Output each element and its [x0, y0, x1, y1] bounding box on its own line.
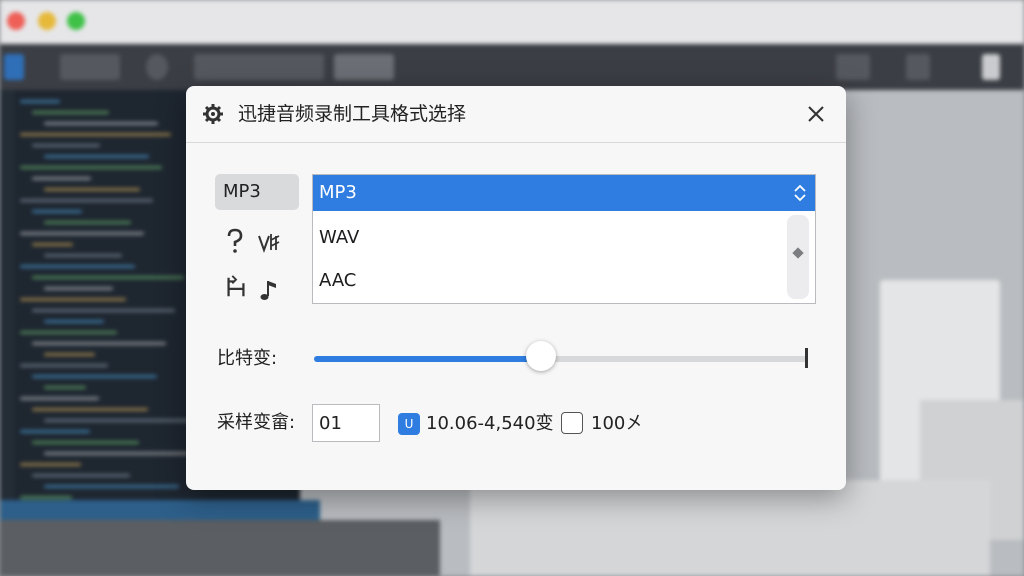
format-option-wav[interactable]: WAV [313, 220, 793, 256]
toolbar-icon [906, 54, 930, 80]
background-code-line [32, 375, 157, 378]
background-code-line [32, 243, 73, 246]
dialog-title: 迅捷音频录制工具格式选择 [238, 103, 467, 125]
close-traffic-light[interactable] [7, 12, 25, 30]
background-code-line [20, 430, 90, 433]
bitrate-slider-thumb[interactable] [526, 341, 556, 371]
toolbar-tab [334, 54, 394, 80]
background-screen-edge [0, 500, 320, 520]
background-gutter [0, 90, 14, 530]
toolbar-tab [194, 54, 324, 80]
option-label: AAC [319, 270, 357, 291]
bitrate-slider-track[interactable] [314, 356, 808, 362]
background-monitor-stand [470, 480, 990, 576]
background-toolbar [0, 44, 1024, 90]
background-code-line [20, 397, 99, 400]
background-laptop-base [0, 520, 440, 576]
background-code-line [32, 111, 109, 114]
music-tag-icon[interactable] [256, 230, 282, 256]
close-icon[interactable] [804, 102, 828, 126]
background-code-line [44, 386, 86, 389]
format-option-mp3[interactable]: MP3 [313, 175, 815, 211]
background-code-line [20, 331, 117, 334]
format-dialog: 迅捷音频录制工具格式选择 MP3 MP3 WAV AAC 比特变: 采样变畲: … [186, 86, 846, 490]
background-code-line [44, 122, 158, 125]
background-code-line [20, 166, 162, 169]
maximize-traffic-light[interactable] [67, 12, 85, 30]
bitrate-slider-fill [314, 356, 541, 362]
slider-end-tick [805, 348, 808, 368]
chevron-updown-icon [794, 184, 806, 202]
background-code-line [44, 485, 179, 488]
background-code-line [44, 221, 131, 224]
gear-icon [203, 104, 223, 124]
app-icon [4, 54, 24, 80]
background-code-line [20, 463, 81, 466]
background-code-line [32, 144, 100, 147]
background-code-line [32, 309, 175, 312]
toolbar-icon [146, 54, 168, 80]
background-code-line [44, 320, 104, 323]
chair-icon[interactable] [222, 274, 250, 300]
background-code-line [44, 188, 140, 191]
format-chip[interactable]: MP3 [215, 174, 299, 210]
background-code-line [20, 298, 126, 301]
dialog-header: 迅捷音频录制工具格式选择 [186, 86, 846, 143]
background-code-line [44, 419, 197, 422]
window-titlebar [0, 0, 1024, 44]
samplerate-input[interactable] [312, 404, 380, 442]
samplerate-label: 采样变畲: [217, 412, 296, 433]
listbox-scrollbar[interactable] [787, 215, 809, 299]
background-code-line [32, 408, 148, 411]
background-code-line [44, 254, 122, 257]
music-note-icon[interactable] [258, 278, 280, 304]
range-checkbox-label: 10.06-4,540变 [426, 413, 554, 434]
background-code-line [20, 232, 144, 235]
format-option-aac[interactable]: AAC [313, 263, 793, 299]
option-label: MP3 [319, 182, 357, 203]
background-code-line [20, 199, 153, 202]
scrollbar-thumb[interactable] [792, 247, 804, 259]
percent-checkbox-label: 100㐅 [591, 413, 644, 434]
background-code-line [32, 210, 82, 213]
background-code-line [20, 133, 171, 136]
format-listbox[interactable]: MP3 WAV AAC [312, 174, 816, 304]
background-code-line [44, 287, 113, 290]
option-label: WAV [319, 227, 360, 248]
background-code-line [20, 496, 72, 499]
minimize-traffic-light[interactable] [38, 12, 56, 30]
background-code-line [20, 100, 60, 103]
toolbar-icon [836, 54, 870, 80]
toolbar-tab [60, 54, 120, 80]
question-icon[interactable] [224, 228, 246, 254]
background-code-line [32, 177, 91, 180]
background-code-line [32, 441, 139, 444]
background-code-line [20, 265, 135, 268]
bitrate-label: 比特变: [217, 348, 278, 369]
background-code-line [20, 364, 108, 367]
background-code-line [44, 353, 95, 356]
percent-checkbox[interactable] [561, 412, 583, 434]
background-code-line [44, 452, 188, 455]
toolbar-icon [982, 54, 1000, 80]
background-code-line [44, 155, 149, 158]
background-code-line [32, 276, 184, 279]
background-code-line [32, 342, 166, 345]
range-checkbox[interactable]: U [398, 413, 420, 435]
background-code-line [32, 474, 130, 477]
